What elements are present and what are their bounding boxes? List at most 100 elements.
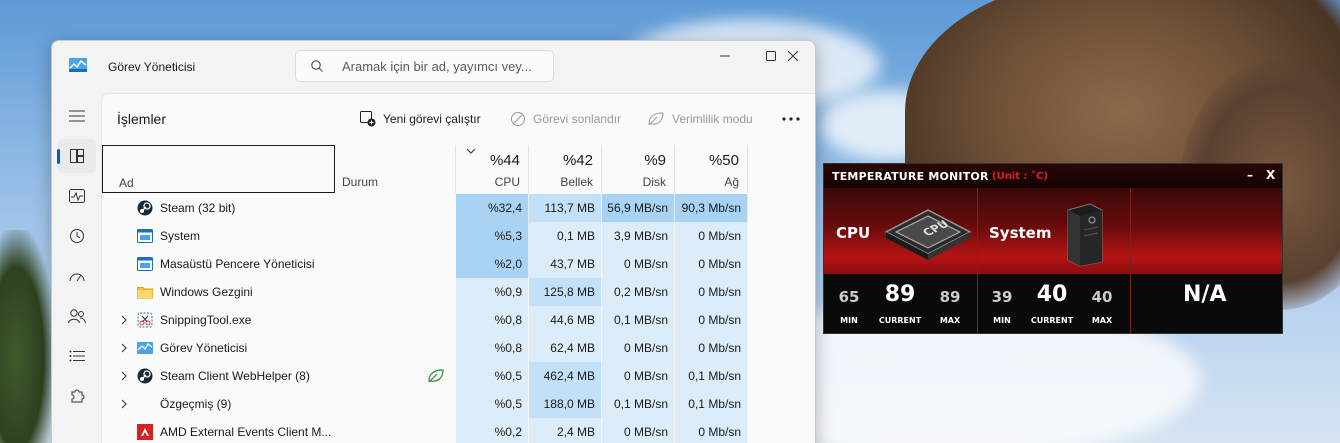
nav-users[interactable] <box>58 299 96 333</box>
process-status-cell <box>335 390 456 418</box>
cpu-cell: %0,8 <box>456 334 529 362</box>
disk-cell: 0 MB/sn <box>602 250 675 278</box>
nav-details[interactable] <box>58 339 96 373</box>
column-label: Disk <box>642 175 666 189</box>
folder-icon <box>137 287 153 299</box>
network-cell: 0 Mb/sn <box>675 222 748 250</box>
table-row[interactable]: Özgeçmiş (9) %0,5 188,0 MB 0,1 MB/sn 0,1 Mb/… <box>102 390 802 418</box>
nav-performance[interactable] <box>58 179 96 213</box>
hamburger-icon <box>69 110 85 122</box>
history-icon <box>70 229 84 243</box>
temperature-minimize-button[interactable]: – <box>1247 168 1253 182</box>
cpu-chip-icon: CPU <box>884 209 972 260</box>
hamburger-menu-button[interactable] <box>58 99 96 133</box>
new-task-icon <box>360 111 376 127</box>
expand-chevron-icon[interactable] <box>119 342 129 354</box>
table-row[interactable]: Görev Yöneticisi %0,8 62,4 MB 0 MB/sn 0 Mb/s… <box>102 334 802 362</box>
efficiency-mode-button[interactable]: Verimlilik modu <box>647 108 753 130</box>
process-name-cell: Steam (32 bit) <box>102 194 335 222</box>
memory-cell: 0,1 MB <box>529 222 602 250</box>
column-header-network[interactable]: %50 Ağ <box>675 145 748 193</box>
column-percent: %42 <box>562 152 593 169</box>
close-button[interactable] <box>770 41 815 71</box>
column-header-name[interactable]: Ad <box>102 145 335 193</box>
system-min-label: MIN <box>993 316 1011 325</box>
table-row[interactable]: Windows Gezgini %0,9 125,8 MB 0,2 MB/sn 0 Mb… <box>102 278 802 306</box>
column-header-memory[interactable]: %42 Bellek <box>529 145 602 193</box>
memory-cell: 62,4 MB <box>529 334 602 362</box>
page-title: İşlemler <box>117 111 167 127</box>
more-options-button[interactable] <box>779 108 803 130</box>
cpu-cell: %32,4 <box>456 194 529 222</box>
temperature-unit-label: (Unit : ˚C) <box>992 171 1048 182</box>
system-current-value: 40 <box>1036 282 1068 307</box>
temperature-monitor-title: TEMPERATURE MONITOR <box>832 170 989 183</box>
expand-chevron-icon[interactable] <box>119 314 129 326</box>
column-percent: %9 <box>644 152 666 169</box>
more-dots-icon <box>782 117 800 121</box>
disk-cell: 0,2 MB/sn <box>602 278 675 306</box>
nav-app-history[interactable] <box>58 219 96 253</box>
search-icon <box>311 60 323 72</box>
window-title: Görev Yöneticisi <box>108 60 196 74</box>
end-task-button[interactable]: Görevi sonlandır <box>510 108 621 130</box>
process-name: Steam Client WebHelper (8) <box>160 369 310 383</box>
memory-cell: 43,7 MB <box>529 250 602 278</box>
expand-chevron-icon[interactable] <box>119 398 129 410</box>
users-icon <box>68 309 86 324</box>
close-icon <box>788 51 798 61</box>
leaf-icon <box>648 112 664 126</box>
system-max-value: 40 <box>1091 288 1113 306</box>
snipping-tool-icon <box>137 312 153 328</box>
network-cell: 0 Mb/sn <box>675 306 748 334</box>
process-name-cell: SnippingTool.exe <box>102 306 335 334</box>
process-status-cell <box>335 418 456 443</box>
process-name: AMD External Events Client M... <box>160 425 332 439</box>
search-input[interactable] <box>342 57 547 75</box>
run-new-task-button[interactable]: Yeni görevi çalıştır <box>360 108 481 130</box>
run-new-task-label: Yeni görevi çalıştır <box>383 112 481 126</box>
table-row[interactable]: Steam Client WebHelper (8) %0,5 462,4 MB 0 … <box>102 362 802 390</box>
temperature-hero-panel: CPU CPU System <box>824 188 1282 274</box>
search-box[interactable] <box>295 50 554 82</box>
table-row[interactable]: SnippingTool.exe %0,8 44,6 MB 0,1 MB/sn 0 Mb… <box>102 306 802 334</box>
services-puzzle-icon <box>71 389 85 403</box>
minimize-button[interactable] <box>702 41 748 71</box>
nav-services[interactable] <box>58 379 96 413</box>
cpu-max-label: MAX <box>939 316 961 325</box>
cpu-label: CPU <box>836 224 871 242</box>
process-name-cell: Özgeçmiş (9) <box>102 390 335 418</box>
third-sensor-value: N/A <box>1183 282 1227 307</box>
process-status-cell <box>335 278 456 306</box>
column-label: Ad <box>119 176 134 190</box>
memory-cell: 125,8 MB <box>529 278 602 306</box>
temperature-monitor-title-bar[interactable]: TEMPERATURE MONITOR (Unit : ˚C) – X <box>824 164 1282 188</box>
steam-icon <box>137 200 153 216</box>
cpu-cell: %0,8 <box>456 306 529 334</box>
expand-chevron-icon[interactable] <box>119 370 129 382</box>
column-header-disk[interactable]: %9 Disk <box>602 145 675 193</box>
table-row[interactable]: System %5,3 0,1 MB 3,9 MB/sn 0 Mb/sn <box>102 222 802 250</box>
nav-startup-apps[interactable] <box>58 259 96 293</box>
process-name: SnippingTool.exe <box>160 313 252 327</box>
title-bar[interactable]: Görev Yöneticisi <box>52 41 815 93</box>
system-current-label: CURRENT <box>1030 316 1074 325</box>
process-name-cell: System <box>102 222 335 250</box>
amd-icon <box>137 424 153 440</box>
temperature-close-button[interactable]: X <box>1266 168 1275 182</box>
network-cell: 0,1 Mb/sn <box>675 390 748 418</box>
process-status-cell <box>335 362 456 390</box>
column-header-status[interactable]: Durum <box>335 145 456 193</box>
nav-processes[interactable] <box>57 139 96 173</box>
column-header-cpu[interactable]: %44 CPU <box>456 145 529 193</box>
cpu-cell: %5,3 <box>456 222 529 250</box>
system-label: System <box>989 224 1052 242</box>
cpu-current-value: 89 <box>884 282 916 307</box>
table-row[interactable]: Masaüstü Pencere Yöneticisi %2,0 43,7 MB 0 … <box>102 250 802 278</box>
process-status-cell <box>335 306 456 334</box>
disk-cell: 0 MB/sn <box>602 334 675 362</box>
details-list-icon <box>69 350 85 362</box>
cpu-stats: 65 89 89 MIN CURRENT MAX <box>824 274 977 334</box>
table-row[interactable]: AMD External Events Client M... %0,2 2,4 M… <box>102 418 802 443</box>
table-row[interactable]: Steam (32 bit) %32,4 113,7 MB 56,9 MB/sn 90,… <box>102 194 802 222</box>
